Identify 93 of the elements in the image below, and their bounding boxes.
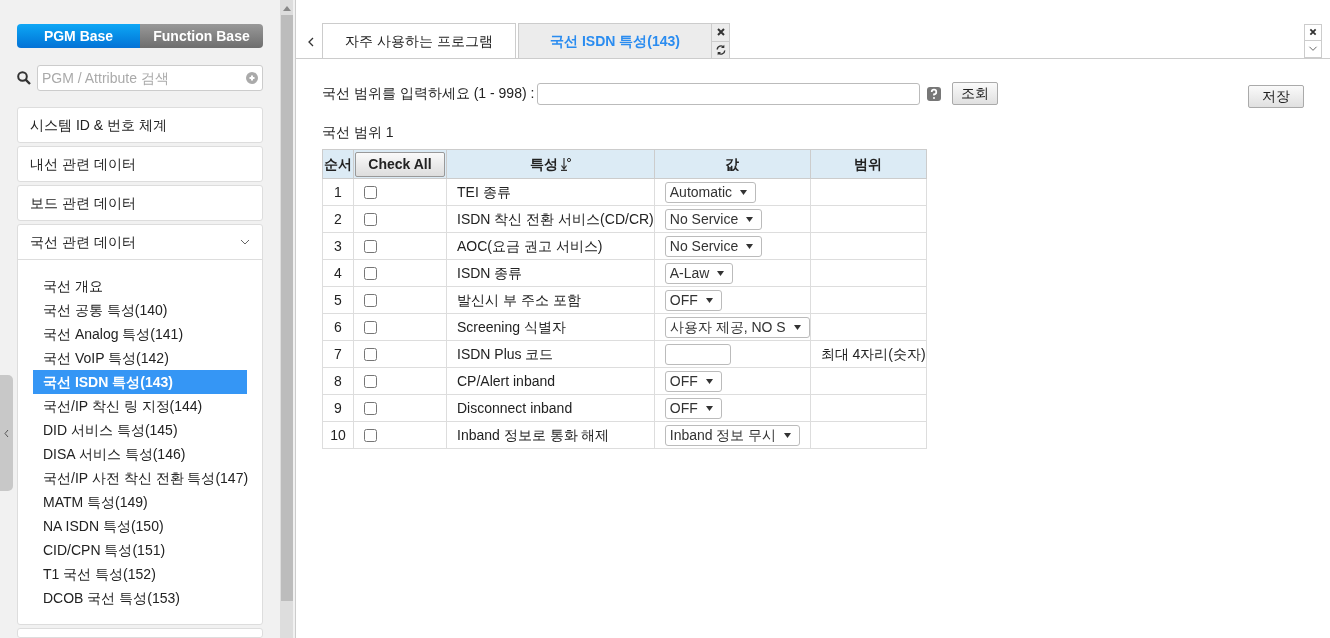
caret-icon — [717, 270, 725, 276]
caret-icon — [705, 297, 713, 303]
value-select[interactable]: OFF — [664, 397, 722, 419]
caret-icon — [705, 378, 713, 384]
value-select[interactable]: Automatic — [664, 181, 757, 203]
range-input[interactable] — [537, 82, 921, 105]
value-select[interactable]: Inband 정보 무시 — [664, 424, 801, 446]
row-checkbox[interactable] — [364, 321, 377, 335]
value-select[interactable]: OFF — [664, 370, 722, 392]
menu-item[interactable]: DISA 서비스 특성(146) — [33, 442, 247, 466]
menu-item[interactable]: DCOB 국선 특성(153) — [33, 586, 247, 610]
value-select[interactable]: OFF — [664, 289, 722, 311]
value-select[interactable]: No Service — [664, 235, 763, 257]
menu-group[interactable]: 내선 관련 데이터 — [18, 147, 262, 181]
row-number: 3 — [334, 237, 342, 254]
row-checkbox[interactable] — [364, 348, 377, 362]
tab[interactable]: 자주 사용하는 프로그램 — [322, 23, 516, 58]
close-icon[interactable] — [1304, 24, 1322, 41]
attribute-cell: Inband 정보로 통화 해제 — [457, 426, 610, 443]
row-checkbox[interactable] — [364, 375, 377, 389]
row-number: 6 — [334, 318, 342, 335]
attribute-cell: ISDN 종류 — [457, 264, 523, 281]
attribute-cell: CP/Alert inband — [457, 372, 556, 389]
scrollbar[interactable] — [280, 0, 293, 638]
menu-item[interactable]: 국선 VoIP 특성(142) — [33, 346, 247, 370]
help-icon[interactable] — [927, 86, 942, 101]
menu-item[interactable]: T1 국선 특성(152) — [33, 562, 247, 586]
row-number: 8 — [334, 372, 342, 389]
menu-item[interactable]: CID/CPN 특성(151) — [33, 538, 247, 562]
chevron-left-icon[interactable] — [308, 37, 314, 47]
refresh-icon[interactable] — [712, 41, 730, 58]
row-checkbox[interactable] — [364, 240, 377, 254]
clear-icon[interactable] — [246, 72, 258, 84]
mode-tab[interactable]: Function Base — [140, 24, 263, 48]
range-cell: 최대 4자리(숫자) — [820, 345, 926, 362]
row-checkbox[interactable] — [364, 429, 377, 443]
row-number: 7 — [334, 345, 342, 362]
row-number: 5 — [334, 291, 342, 308]
value-input[interactable] — [664, 343, 731, 365]
menu-item[interactable]: DID 서비스 특성(145) — [33, 418, 247, 442]
menu-item[interactable]: 국선 Analog 특성(141) — [33, 322, 247, 346]
value-select[interactable]: A-Law — [664, 262, 734, 284]
value-select[interactable]: No Service — [664, 208, 763, 230]
save-button[interactable]: 저장 — [1248, 85, 1304, 108]
attribute-cell: AOC(요금 권고 서비스) — [457, 237, 603, 254]
row-number: 9 — [334, 399, 342, 416]
scroll-up-icon[interactable] — [282, 6, 291, 11]
caret-icon — [746, 216, 754, 222]
caret-icon — [793, 324, 801, 330]
menu-item[interactable]: MATM 특성(149) — [33, 490, 247, 514]
row-number: 10 — [330, 426, 346, 443]
search-icon — [17, 71, 31, 85]
search-field[interactable]: PGM / Attribute 검색 — [37, 65, 263, 91]
row-checkbox[interactable] — [364, 402, 377, 416]
query-button[interactable]: 조회 — [952, 82, 999, 105]
row-number: 4 — [334, 264, 342, 281]
caret-icon — [705, 405, 713, 411]
chevron-down-icon — [240, 239, 250, 245]
row-number: 2 — [334, 210, 342, 227]
menu-item[interactable]: 국선 개요 — [33, 274, 247, 298]
chevron-left-icon — [4, 428, 9, 438]
check-all-button[interactable]: Check All — [355, 151, 445, 177]
attribute-cell: ISDN Plus 코드 — [457, 345, 554, 362]
row-checkbox[interactable] — [364, 213, 377, 227]
attribute-cell: ISDN 착신 전환 서비스(CD/CR) — [457, 210, 654, 227]
collapse-handle[interactable] — [0, 375, 13, 491]
row-number: 1 — [334, 183, 342, 200]
row-checkbox[interactable] — [364, 267, 377, 281]
column-header[interactable]: 특성 — [529, 153, 558, 175]
menu-item[interactable]: 국선 공통 특성(140) — [33, 298, 247, 322]
row-checkbox[interactable] — [364, 294, 377, 308]
column-header: 값 — [725, 155, 740, 172]
column-header: 범위 — [854, 155, 883, 172]
column-header: 순서 — [324, 155, 352, 172]
menu-group[interactable]: 보드 관련 데이터 — [18, 186, 262, 220]
attribute-cell: TEI 종류 — [457, 183, 511, 200]
menu-item[interactable]: 국선/IP 착신 링 지정(144) — [33, 394, 247, 418]
caret-icon — [784, 432, 792, 438]
caret-icon — [746, 243, 754, 249]
menu-item[interactable]: 국선/IP 사전 착신 전환 특성(147) — [33, 466, 247, 490]
sort-icon[interactable] — [560, 157, 571, 171]
row-checkbox[interactable] — [364, 186, 377, 200]
section-title: 국선 범위 1 — [321, 123, 395, 142]
range-label: 국선 범위를 입력하세요 (1 - 998) : — [322, 84, 535, 103]
mode-tab[interactable]: PGM Base — [17, 24, 140, 48]
caret-icon — [740, 189, 748, 195]
menu-group[interactable]: 시스템 ID & 번호 체계 — [18, 108, 262, 142]
value-select[interactable]: 사용자 제공, NO S — [664, 316, 810, 338]
attribute-cell: 발신시 부 주소 포함 — [457, 291, 581, 308]
attribute-cell: Disconnect inband — [457, 399, 573, 416]
attribute-cell: Screening 식별자 — [457, 318, 566, 335]
menu-group[interactable]: 국선 관련 데이터 — [18, 225, 262, 259]
menu-item[interactable]: NA ISDN 특성(150) — [33, 514, 247, 538]
